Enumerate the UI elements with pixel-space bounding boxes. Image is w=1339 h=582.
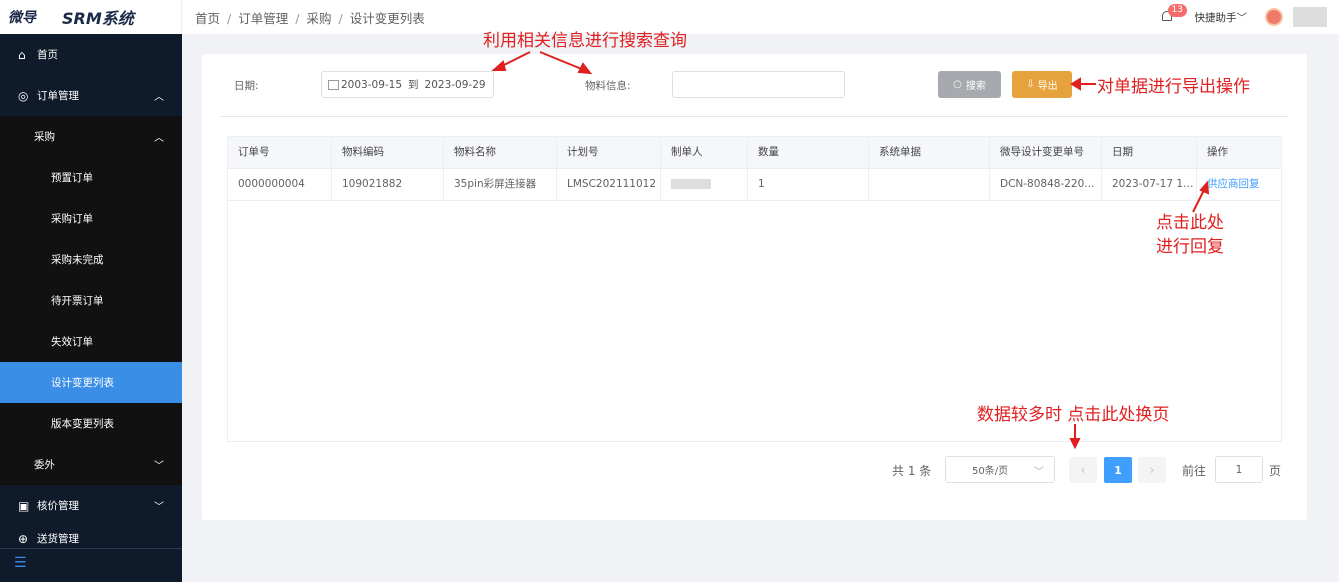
annotation-arrows xyxy=(491,51,1210,450)
